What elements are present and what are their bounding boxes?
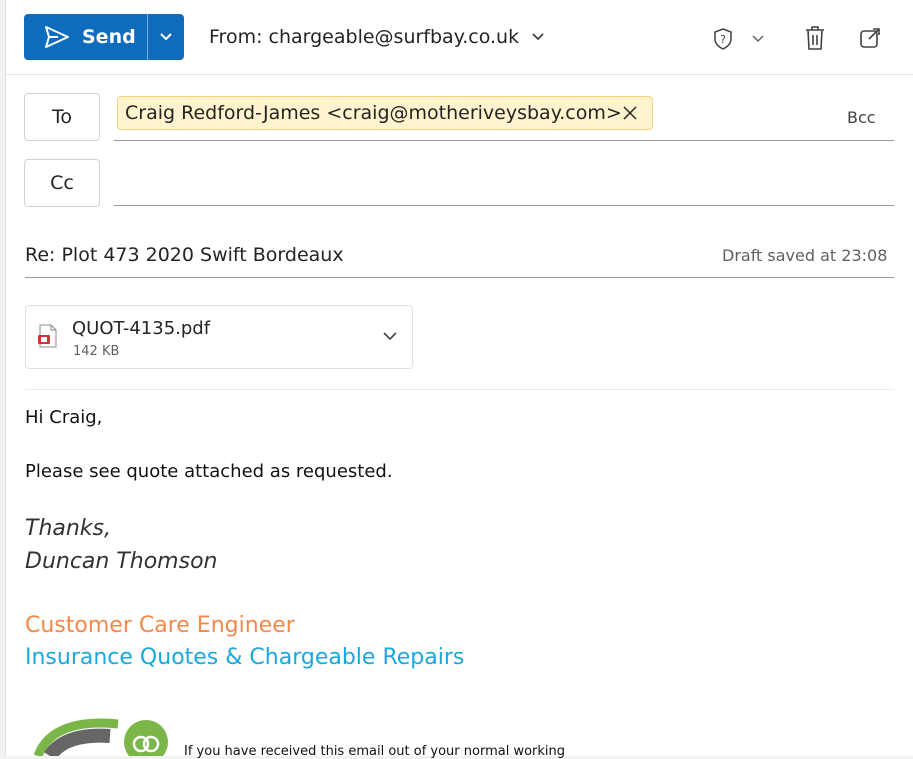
greeting-text: Hi Craig, [25, 407, 103, 428]
recipient-pill[interactable]: Craig Redford-James <craig@motheriveysba… [117, 96, 653, 130]
close-icon[interactable] [622, 105, 638, 121]
from-selector[interactable]: From: chargeable@surfbay.co.uk [209, 26, 545, 48]
pop-out-icon[interactable] [859, 27, 881, 49]
message-text: Please see quote attached as requested. [25, 461, 393, 482]
disclaimer-text: If you have received this email out of y… [184, 744, 566, 759]
cc-button[interactable]: Cc [24, 159, 100, 207]
sensitivity-shield-icon[interactable]: ? [712, 27, 734, 51]
subject-underline [25, 277, 894, 278]
send-icon [45, 26, 69, 48]
from-label: From: chargeable@surfbay.co.uk [209, 26, 520, 48]
trash-icon[interactable] [804, 25, 826, 51]
cc-field-underline[interactable] [114, 205, 894, 206]
to-button[interactable]: To [24, 93, 100, 141]
chevron-down-icon [160, 33, 172, 41]
pdf-file-icon [38, 324, 57, 348]
chevron-down-icon[interactable] [751, 34, 765, 44]
send-button-group: Send [24, 14, 184, 60]
sender-name: Duncan Thomson [25, 549, 218, 574]
attachment-size: 142 KB [73, 344, 120, 359]
compose-toolbar: Send From: chargeable@surfbay.co.uk ? [6, 0, 913, 75]
compose-pane: Send From: chargeable@surfbay.co.uk ? To… [5, 0, 913, 759]
attachment-name: QUOT-4135.pdf [72, 318, 211, 339]
cc-label: Cc [50, 172, 74, 194]
subject-input[interactable]: Re: Plot 473 2020 Swift Bordeaux [25, 244, 344, 266]
to-label: To [51, 106, 72, 128]
recipient-pill-text: Craig Redford-James <craig@motheriveysba… [125, 102, 622, 124]
chevron-down-icon[interactable] [382, 330, 398, 342]
body-divider [25, 389, 894, 390]
company-logo [33, 718, 168, 756]
to-field-underline [114, 140, 894, 141]
send-button[interactable]: Send [24, 14, 147, 60]
sender-department: Insurance Quotes & Chargeable Repairs [25, 645, 465, 670]
bcc-button[interactable]: Bcc [847, 108, 876, 127]
draft-status: Draft saved at 23:08 [722, 246, 888, 265]
sender-role: Customer Care Engineer [25, 613, 295, 638]
send-label: Send [82, 26, 136, 48]
send-options-button[interactable] [148, 14, 184, 60]
svg-text:?: ? [720, 33, 726, 46]
attachment-card[interactable]: QUOT-4135.pdf 142 KB [25, 305, 413, 369]
chevron-down-icon [532, 33, 544, 41]
closing-text: Thanks, [25, 516, 112, 541]
